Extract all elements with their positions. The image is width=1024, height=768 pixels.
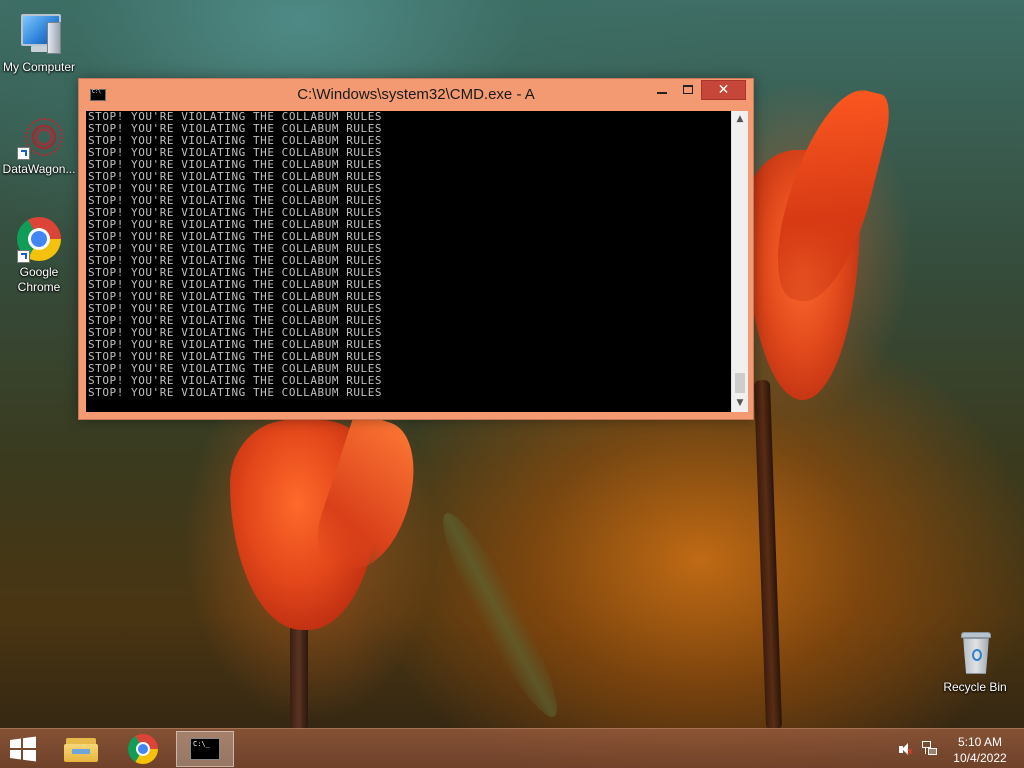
- clock-date: 10/4/2022: [953, 751, 1007, 765]
- desktop-icon-label: Google Chrome: [17, 265, 61, 294]
- speaker-muted-icon[interactable]: x: [898, 742, 914, 758]
- taskbar-file-explorer[interactable]: [58, 732, 104, 766]
- desktop-icon-label: DataWagon...: [2, 162, 76, 176]
- scroll-up-arrow-icon[interactable]: ▲: [732, 111, 748, 128]
- system-clock[interactable]: 5:10 AM 10/4/2022: [944, 734, 1016, 766]
- shortcut-arrow-icon: [17, 147, 30, 160]
- chrome-icon: [15, 215, 63, 263]
- taskbar-command-prompt[interactable]: [176, 731, 234, 767]
- wallpaper-tulip-stem: [753, 379, 783, 731]
- console-output: STOP! YOU'RE VIOLATING THE COLLABUM RULE…: [88, 111, 383, 399]
- shortcut-arrow-icon: [17, 250, 30, 263]
- computer-icon: [15, 10, 63, 58]
- cmd-window[interactable]: C:\Windows\system32\CMD.exe - A ✕ STOP! …: [78, 78, 754, 420]
- console-area[interactable]: STOP! YOU'RE VIOLATING THE COLLABUM RULE…: [86, 111, 748, 412]
- desktop-icon-label: Recycle Bin: [943, 680, 1007, 694]
- clock-time: 5:10 AM: [957, 735, 1003, 749]
- datawagon-icon: [15, 112, 63, 160]
- desktop-icon-recycle-bin[interactable]: Recycle Bin: [936, 630, 1014, 695]
- desktop: My Computer DataWagon... Google Chrome R…: [0, 0, 1024, 768]
- minimize-button[interactable]: [649, 80, 675, 100]
- desktop-icon-my-computer[interactable]: My Computer: [0, 10, 78, 75]
- scrollbar-thumb[interactable]: [735, 373, 745, 393]
- desktop-icon-datawagon[interactable]: DataWagon...: [0, 112, 78, 177]
- close-icon: ✕: [717, 82, 730, 98]
- window-titlebar[interactable]: C:\Windows\system32\CMD.exe - A ✕: [79, 79, 753, 111]
- network-icon[interactable]: [922, 741, 938, 757]
- scroll-down-arrow-icon[interactable]: ▼: [732, 395, 748, 412]
- desktop-icon-label: My Computer: [2, 60, 76, 74]
- recycle-bin-icon: [951, 630, 999, 678]
- start-button[interactable]: [8, 736, 38, 762]
- desktop-icon-google-chrome[interactable]: Google Chrome: [0, 215, 78, 295]
- wallpaper-tulip-stem: [290, 620, 308, 730]
- chrome-icon: [128, 734, 158, 764]
- cmd-icon: [190, 738, 220, 760]
- taskbar: x 5:10 AM 10/4/2022: [0, 728, 1024, 768]
- close-button[interactable]: ✕: [701, 80, 746, 100]
- taskbar-chrome[interactable]: [120, 732, 166, 766]
- windows-logo-icon: [10, 736, 36, 762]
- maximize-button[interactable]: [675, 80, 701, 100]
- vertical-scrollbar[interactable]: ▲ ▼: [731, 111, 748, 412]
- wallpaper-leaf: [428, 504, 572, 726]
